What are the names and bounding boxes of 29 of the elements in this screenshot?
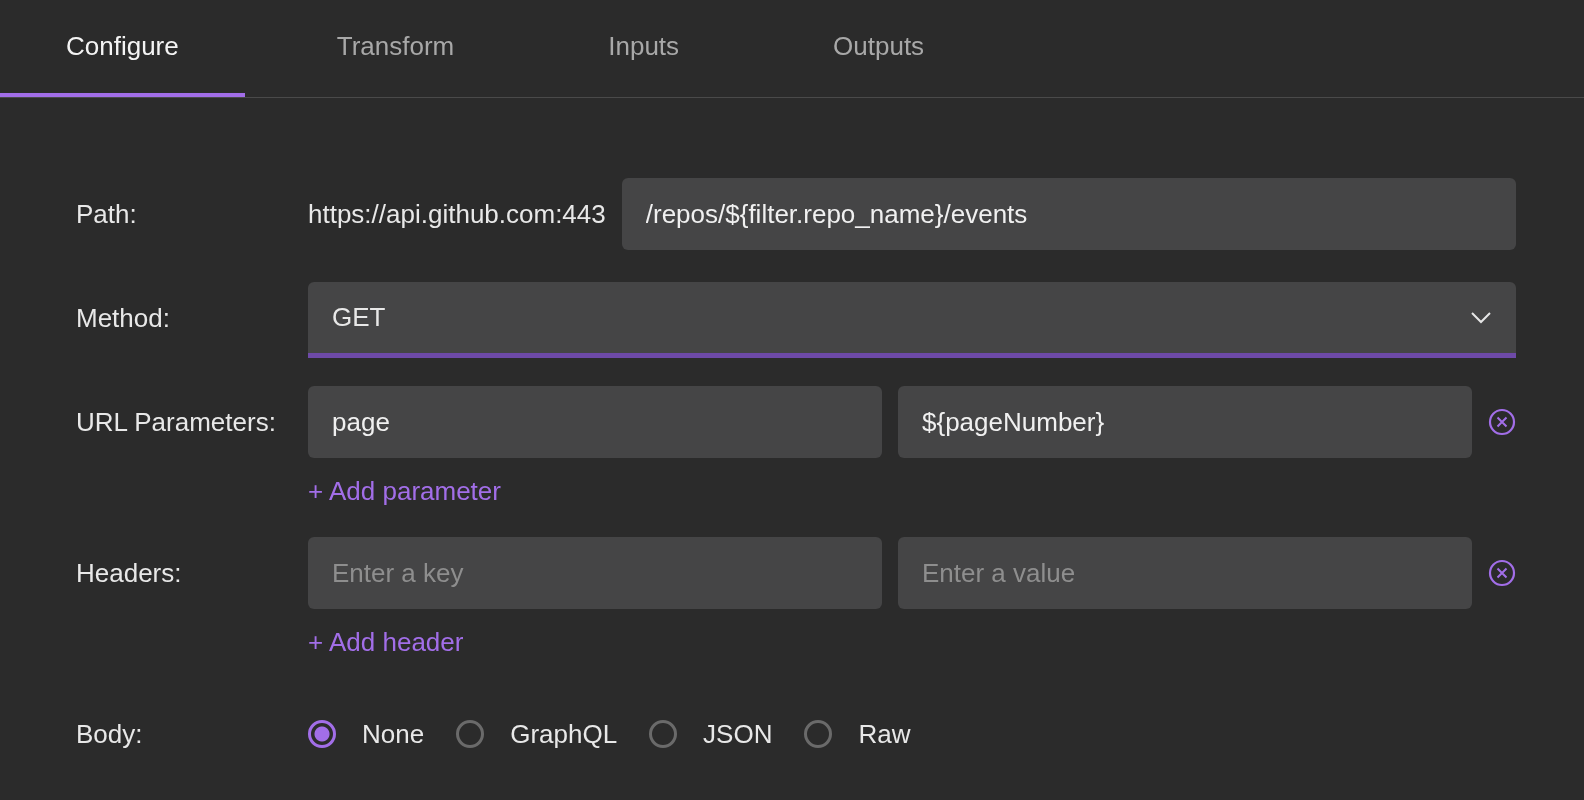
- remove-icon[interactable]: [1488, 408, 1516, 436]
- radio-label: GraphQL: [510, 718, 618, 750]
- method-dropdown[interactable]: GET: [308, 282, 1516, 358]
- radio-button[interactable]: [456, 720, 485, 748]
- base-url: https://api.github.com:443: [308, 198, 606, 230]
- tab[interactable]: Inputs: [546, 0, 742, 97]
- field-label: Body:: [76, 718, 144, 751]
- radio-label: Raw: [858, 718, 911, 750]
- radio-label: None: [362, 718, 425, 750]
- field-label: Path:: [76, 198, 138, 231]
- radio-label: JSON: [703, 718, 773, 750]
- field-label: Headers:: [76, 557, 183, 590]
- field-label: Method:: [76, 302, 171, 335]
- tab[interactable]: Outputs: [771, 0, 987, 97]
- key-field[interactable]: Enter a key: [308, 537, 882, 609]
- add-link[interactable]: + Add parameter: [308, 476, 501, 507]
- field-label: URL Parameters:: [76, 406, 277, 439]
- tab[interactable]: Transform: [274, 0, 517, 97]
- chevron-down-icon: [1470, 310, 1492, 325]
- tab[interactable]: Configure: [0, 0, 245, 97]
- path-field[interactable]: /repos/${filter.repo_name}/events: [621, 178, 1516, 250]
- add-link[interactable]: + Add header: [308, 627, 464, 658]
- remove-icon[interactable]: [1488, 559, 1516, 587]
- value-field[interactable]: Enter a value: [898, 537, 1472, 609]
- radio-button[interactable]: [308, 720, 336, 748]
- key-field[interactable]: page: [308, 386, 882, 458]
- radio-button[interactable]: [649, 720, 678, 748]
- value-field[interactable]: ${pageNumber}: [898, 386, 1472, 458]
- radio-button[interactable]: [804, 720, 833, 748]
